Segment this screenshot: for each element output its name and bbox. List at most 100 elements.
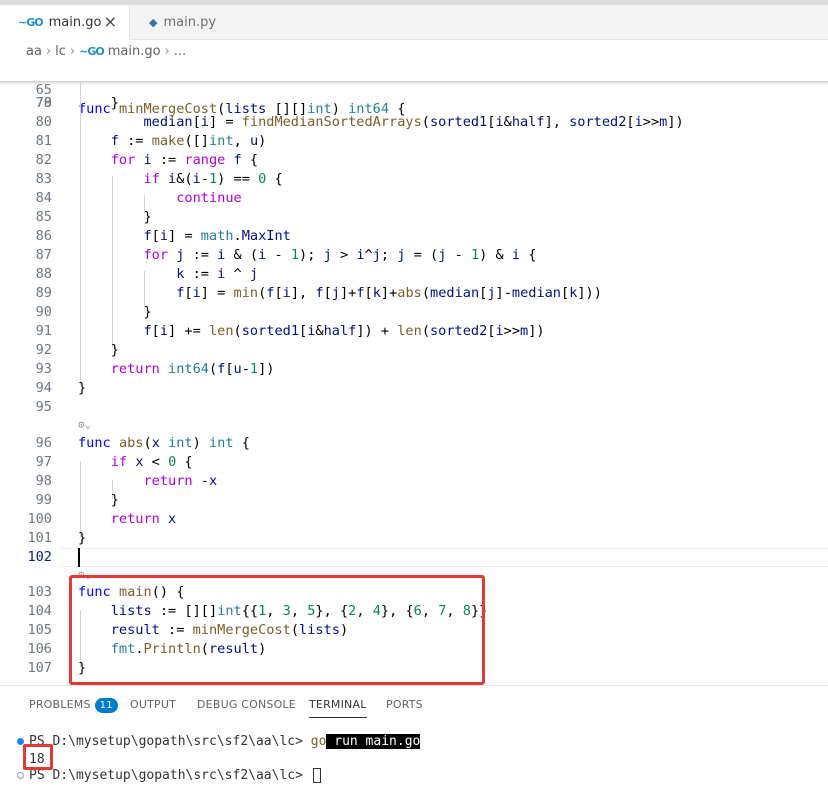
line-number: 81 [35,133,52,149]
line-number: 98 [35,473,52,489]
code-line: 102 [0,548,828,567]
code-text: } [78,380,87,396]
line-number: 99 [35,492,52,508]
tab-problems[interactable]: PROBLEMS 11 [29,698,118,713]
breadcrumb: aa › lc › ~GO main.go › ... [0,40,828,62]
go-file-icon: ~GO [79,44,105,58]
line-number: 92 [35,342,52,358]
code-text: if x < 0 { [110,454,193,470]
terminal-command: go [310,734,327,749]
line-number: 79 [35,95,52,111]
code-line: 92 } [0,341,828,360]
code-text: f[i] = min(f[i], f[j]+f[k]+abs(median[j]… [176,285,602,301]
code-text: f[i] += len(sorted1[i&half]) + len(sorte… [143,323,545,339]
code-text: f[i] = math.MaxInt [143,228,291,244]
terminal-cursor [312,768,321,783]
line-number: 101 [27,530,52,546]
code-text: } [78,304,152,320]
chevron-right-icon: › [69,43,76,59]
annotation-highlight-box [69,575,485,685]
breadcrumb-item[interactable]: lc [55,44,66,59]
terminal[interactable]: PS D:\mysetup\gopath\src\sf2\aa\lc> go r… [0,722,828,790]
line-number: 93 [35,361,52,377]
line-number: 107 [27,660,52,676]
line-number: 103 [27,584,52,600]
line-number: 105 [27,622,52,638]
panel-tab-bar: PROBLEMS 11 OUTPUT DEBUG CONSOLE TERMINAL… [0,686,828,722]
code-text: return int64(f[u-1]) [110,361,275,377]
code-line: 89 f[i] = min(f[i], f[j]+f[k]+abs(median… [0,284,828,303]
code-line: 84 continue [0,189,828,208]
python-file-icon: ◆ [149,16,158,29]
code-text: } [78,209,152,225]
code-line: 87 for j := i & (i - 1); j > i^j; j = (j… [0,246,828,265]
line-number: 94 [35,380,52,396]
tab-terminal[interactable]: TERMINAL [309,698,367,718]
tab-output[interactable]: OUTPUT [130,698,176,711]
text-cursor [78,548,80,567]
code-line: 98 return -x [0,472,828,491]
line-number: 86 [35,228,52,244]
sticky-shadow [0,81,828,85]
annotation-result-box [23,744,53,770]
chevron-right-icon: › [164,43,170,59]
tab-label: PROBLEMS [29,698,91,711]
line-number: 90 [35,304,52,320]
line-number: 102 [27,549,52,565]
command-pending-dot-icon[interactable] [17,772,24,779]
go-file-icon: ~GO [18,16,44,29]
code-line: 81 f := make([]int, u) [0,132,828,151]
terminal-command-selected: run main.go [326,734,421,749]
editor-tab-bar: ~GO main.go × ◆ main.py [0,0,828,40]
code-text: for i := range f { [110,152,259,168]
terminal-line: PS D:\mysetup\gopath\src\sf2\aa\lc> go r… [29,733,421,751]
code-text: func abs(x int) int { [78,435,250,451]
line-number: 80 [35,114,52,130]
terminal-line: PS D:\mysetup\gopath\src\sf2\aa\lc> [29,767,321,785]
code-text: } [78,342,119,358]
code-line: 94} [0,379,828,398]
tab-label: main.go [48,15,102,30]
line-number: 89 [35,285,52,301]
sticky-scroll-line[interactable]: 65 func minMergeCost(lists [][]int) int6… [0,62,828,117]
line-number: 88 [35,266,52,282]
code-text: } [78,492,119,508]
line-number: 91 [35,323,52,339]
chevron-right-icon: › [45,43,52,59]
close-icon[interactable]: × [104,14,117,30]
breadcrumb-item[interactable]: ... [174,44,186,59]
tab-main-go[interactable]: ~GO main.go × [0,5,130,40]
code-text: if i&(i-1) == 0 { [143,171,283,187]
code-text: } [78,95,119,111]
line-number: 83 [35,171,52,187]
line-number: 84 [35,190,52,206]
breadcrumb-item[interactable]: aa [26,44,42,59]
line-number: 106 [27,641,52,657]
code-text: } [78,530,87,546]
line-number: 96 [35,435,52,451]
code-line: 82 for i := range f { [0,151,828,170]
bottom-panel: PROBLEMS 11 OUTPUT DEBUG CONSOLE TERMINAL… [0,685,828,790]
code-text: k := i ^ j [176,266,259,282]
code-line: 101} [0,529,828,548]
tab-ports[interactable]: PORTS [386,698,423,711]
code-line: 93 return int64(f[u-1]) [0,360,828,379]
line-number: 95 [35,399,52,415]
breadcrumb-item[interactable]: main.go [108,44,161,59]
code-line: 90 } [0,303,828,322]
code-line: 85 } [0,208,828,227]
tab-main-py[interactable]: ◆ main.py [131,5,241,40]
settings-chevron-icon[interactable]: ⚙⌄ [78,418,91,431]
code-text: return x [110,511,177,527]
terminal-prompt: PS D:\mysetup\gopath\src\sf2\aa\lc> [29,768,311,783]
code-text: f := make([]int, u) [110,133,267,149]
code-line: 97 if x < 0 { [0,453,828,472]
code-text: continue [176,190,242,206]
tab-debug-console[interactable]: DEBUG CONSOLE [197,698,296,711]
line-number: 85 [35,209,52,225]
tab-label: main.py [163,15,217,30]
line-number: 97 [35,454,52,470]
line-number: 100 [27,511,52,527]
code-line: 80 [0,113,828,132]
terminal-prompt: PS D:\mysetup\gopath\src\sf2\aa\lc> [29,734,311,749]
